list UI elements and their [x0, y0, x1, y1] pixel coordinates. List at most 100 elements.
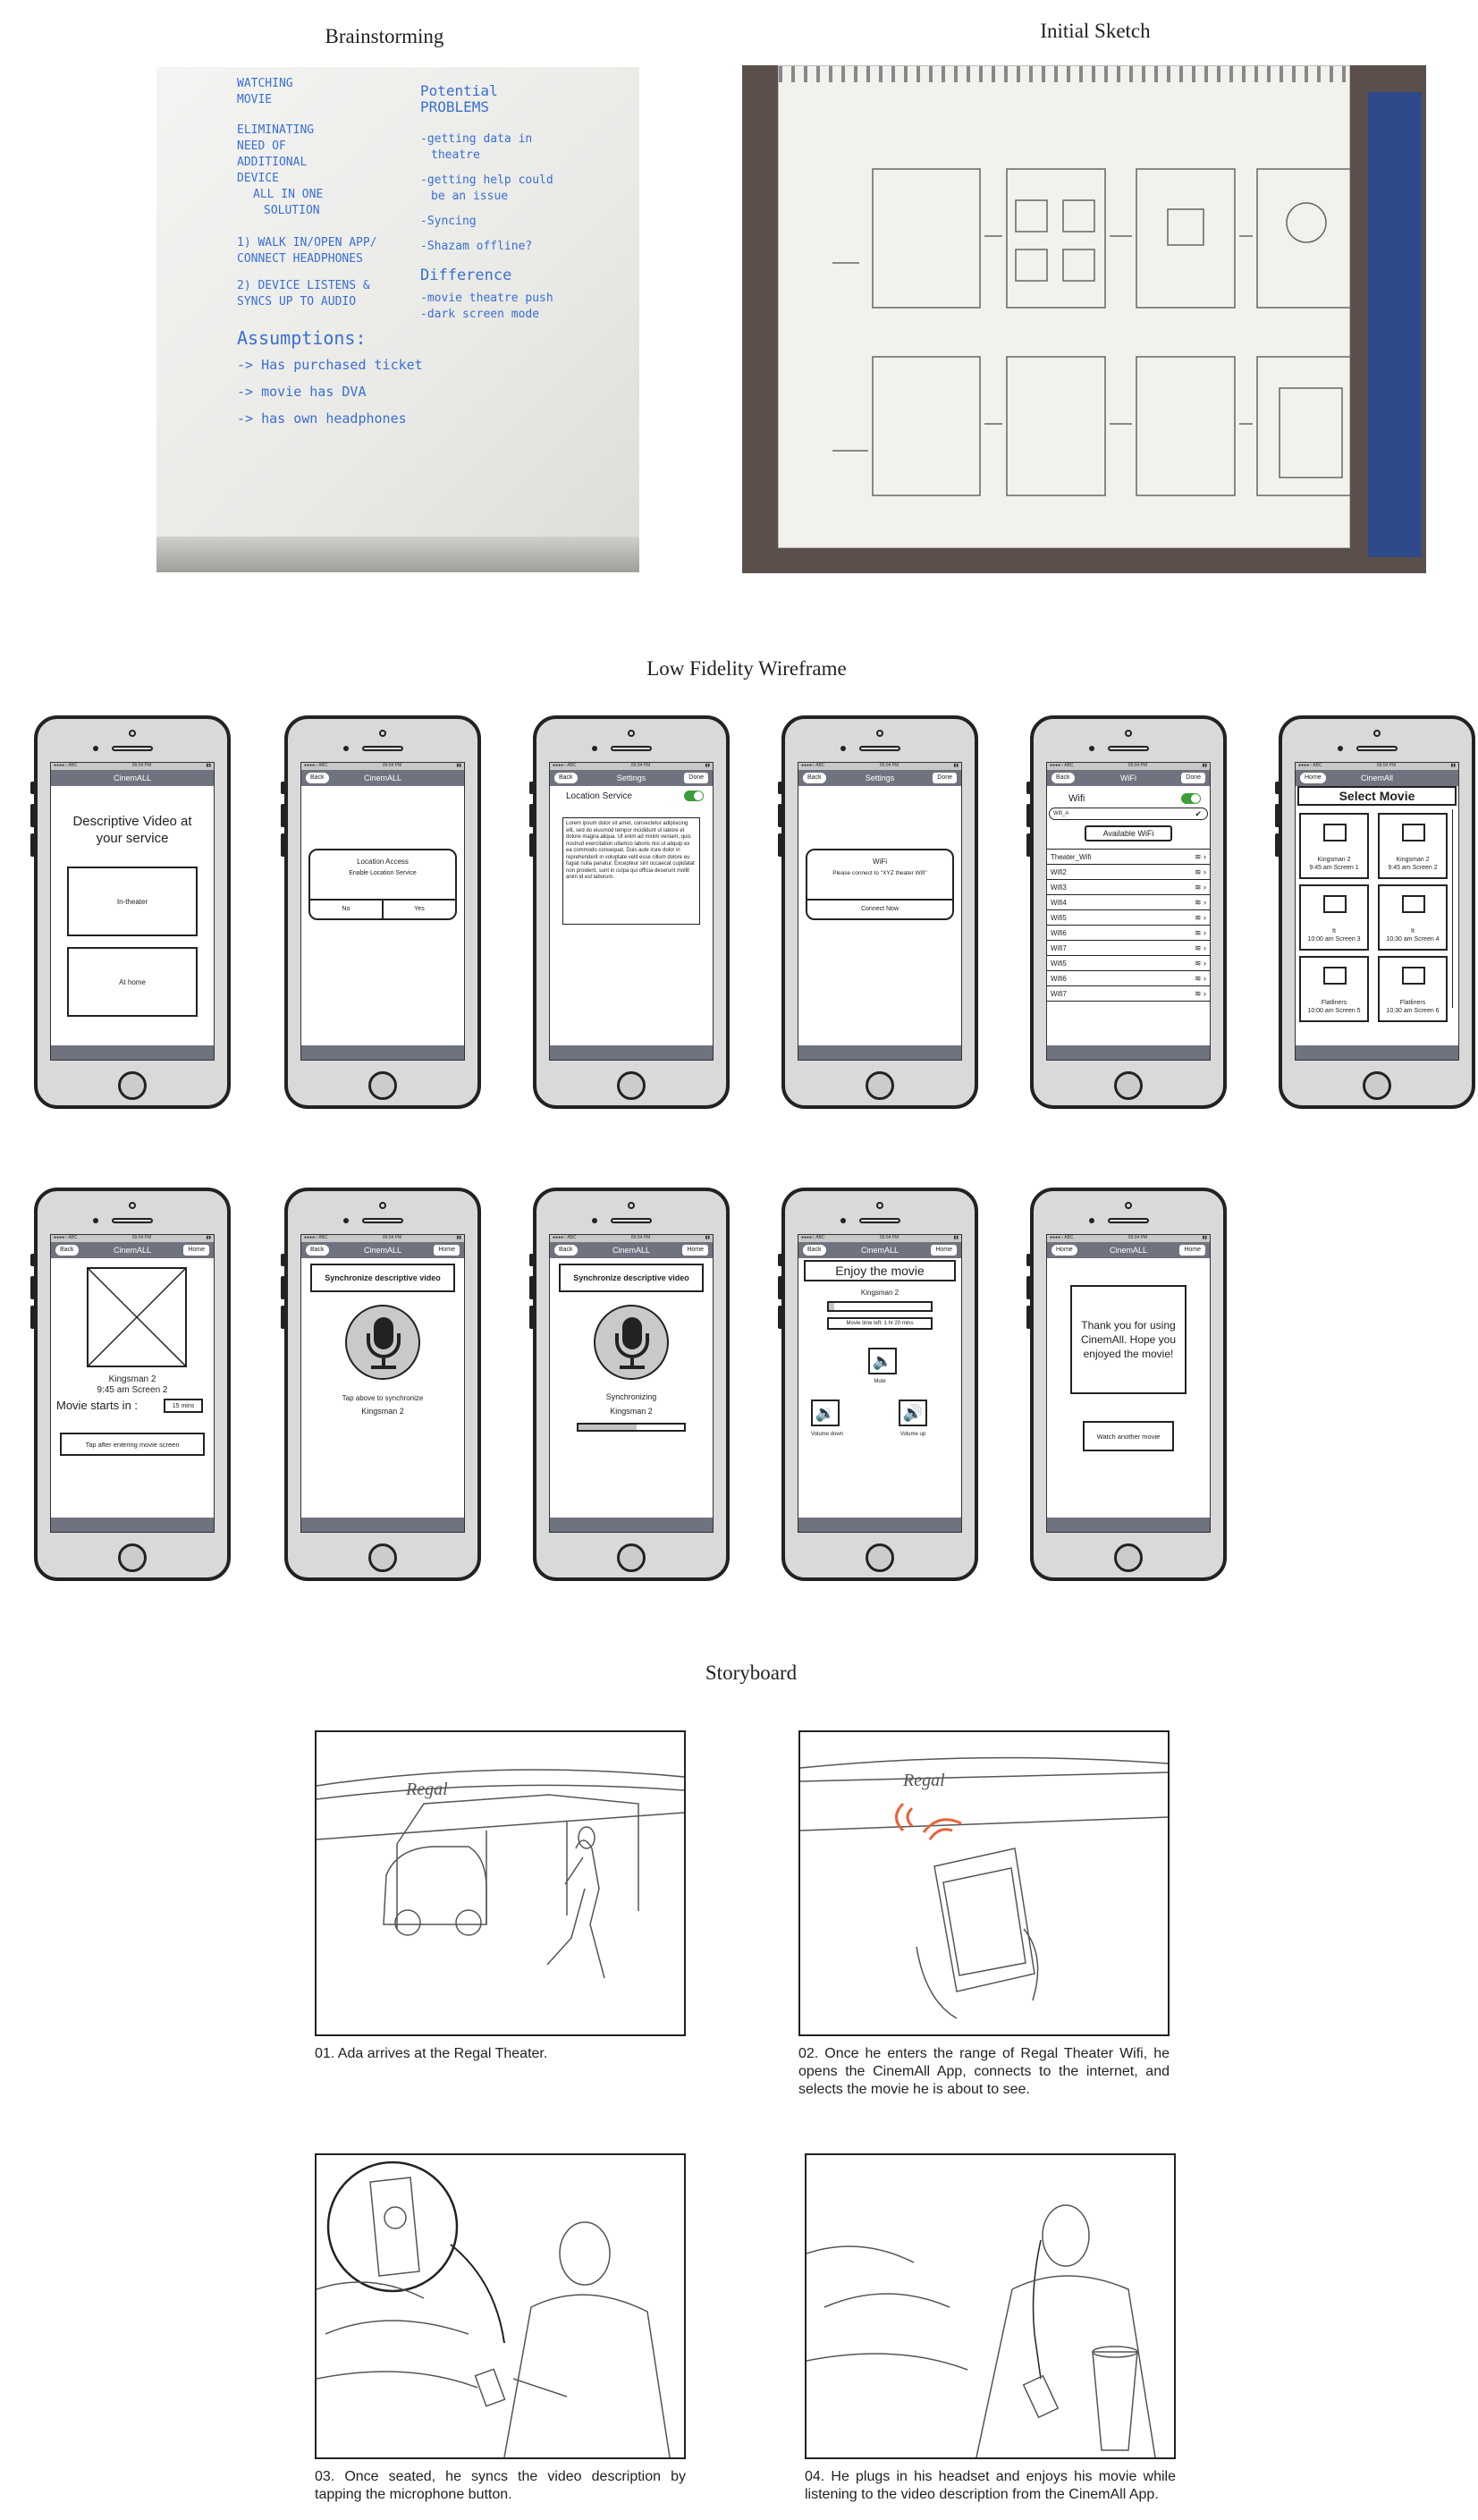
side-button — [30, 1306, 35, 1329]
home-nav-button[interactable]: Home — [1051, 1245, 1077, 1256]
wifi-toggle[interactable] — [1181, 793, 1201, 804]
movie-tile[interactable]: Kingsman 2 9:45 am Screen 2 — [1378, 813, 1448, 879]
connect-now-button[interactable]: Connect Now — [807, 899, 952, 918]
nav-bar: Back Settings Done — [550, 770, 713, 786]
home-button[interactable] — [866, 1543, 894, 1572]
home-button[interactable] — [1363, 1071, 1391, 1100]
mute-button[interactable]: 🔈 — [868, 1348, 897, 1374]
entered-screen-button[interactable]: Tap after entering movie screen — [60, 1433, 205, 1456]
movie-tile[interactable]: It 10:30 am Screen 4 — [1378, 884, 1448, 951]
content: Location Service Lorem ipsum dolor sit a… — [550, 786, 713, 1045]
movie-tile[interactable]: Flatliners 10:00 am Screen 5 — [1299, 956, 1369, 1022]
wifi-network-row[interactable]: Wifi7 ≋ › — [1047, 941, 1210, 956]
home-button[interactable] — [118, 1071, 147, 1100]
back-button[interactable]: Back — [554, 1245, 578, 1256]
speaker — [611, 1218, 652, 1223]
home-nav-button[interactable]: Home — [682, 1245, 708, 1256]
done-button[interactable]: Done — [933, 773, 957, 783]
lorem-text: Lorem ipsum dolor sit amet, consectetur … — [562, 817, 700, 925]
camera — [1125, 730, 1132, 737]
carrier: ●●●●○ ABC — [553, 1235, 577, 1240]
done-button[interactable]: Done — [1181, 773, 1205, 783]
movie-progress-bar — [827, 1301, 933, 1312]
home-button[interactable] — [118, 1543, 147, 1572]
home-button[interactable] — [368, 1071, 397, 1100]
available-wifi-button[interactable]: Available WiFi — [1085, 825, 1172, 841]
wifi-network-row[interactable]: Wifi4 ≋ › — [1047, 895, 1210, 910]
microphone-button[interactable] — [345, 1305, 420, 1380]
home-nav-button[interactable]: Home — [434, 1245, 460, 1256]
battery-icon: ▮▮ — [206, 1235, 211, 1240]
clock: 09:04 PM — [382, 1235, 402, 1240]
sync-progress-bar — [577, 1423, 686, 1432]
wifi-network-row[interactable]: Wifi2 ≋ › — [1047, 865, 1210, 880]
home-nav-button[interactable]: Home — [931, 1245, 957, 1256]
time-left: Movie time left: 1 hr 20 mins — [827, 1317, 933, 1330]
home-nav-button[interactable]: Home — [1300, 773, 1326, 783]
wifi-network-row[interactable]: Wifi6 ≋ › — [1047, 971, 1210, 986]
no-button[interactable]: No — [310, 901, 384, 918]
back-button[interactable]: Back — [306, 1245, 329, 1256]
home-nav-button[interactable]: Home — [183, 1245, 209, 1256]
back-button[interactable]: Back — [55, 1245, 79, 1256]
status-bar: ●●●●○ ABC 09:04 PM ▮▮ — [1047, 1235, 1210, 1242]
starts-label: Movie starts in : — [56, 1399, 139, 1412]
done-button[interactable]: Done — [684, 773, 708, 783]
wifi-network-row[interactable]: Wifi6 ≋ › — [1047, 926, 1210, 941]
wifi-signal-icon: ≋ › — [1194, 883, 1206, 892]
microphone-button[interactable] — [594, 1305, 669, 1380]
status-bar: ●●●●○ ABC 09:04 PM ▮▮ — [798, 763, 961, 770]
theater-facade — [800, 1756, 1168, 1831]
back-button[interactable]: Back — [1051, 773, 1075, 783]
wifi-network-row[interactable]: Wifi7 ≋ › — [1047, 986, 1210, 1002]
side-button — [1026, 804, 1031, 827]
in-theater-button[interactable]: In-theater — [67, 867, 198, 936]
movie-tile-label: Kingsman 2 9:45 am Screen 2 — [1380, 856, 1446, 872]
nav-bar: Home CinemAll — [1296, 770, 1458, 786]
scrollbar[interactable] — [1452, 809, 1457, 1008]
wifi-network-row[interactable]: Theater_Wifi ≋ › — [1047, 850, 1210, 865]
content: Thank you for using CinemAll. Hope you e… — [1047, 1258, 1210, 1518]
sensor — [840, 1218, 846, 1223]
at-home-button[interactable]: At home — [67, 947, 198, 1017]
side-button — [778, 1254, 782, 1266]
enjoy-heading: Enjoy the movie — [804, 1260, 956, 1281]
back-button[interactable]: Back — [803, 773, 826, 783]
wifi-network-row[interactable]: Wifi5 ≋ › — [1047, 956, 1210, 971]
home-button[interactable] — [1114, 1543, 1143, 1572]
camera — [1373, 730, 1381, 737]
volume-up-button[interactable]: 🔊 — [899, 1400, 927, 1426]
home-button[interactable] — [617, 1543, 646, 1572]
image-icon — [1402, 967, 1425, 985]
wifi-network-row[interactable]: Wifi3 ≋ › — [1047, 880, 1210, 895]
movie-tile[interactable]: Kingsman 2 9:45 am Screen 1 — [1299, 813, 1369, 879]
home-button[interactable] — [1114, 1071, 1143, 1100]
yes-button[interactable]: Yes — [384, 901, 455, 918]
current-network[interactable]: Wifi_A ✔ — [1049, 808, 1208, 820]
nav-bar: Back Settings Done — [798, 770, 961, 786]
back-button[interactable]: Back — [554, 773, 578, 783]
movie-name: Kingsman 2 — [610, 1407, 653, 1416]
home-button[interactable] — [617, 1071, 646, 1100]
sketch-screen — [1136, 356, 1236, 496]
nav-bar: Back CinemALL Home — [301, 1242, 464, 1258]
side-button — [778, 782, 782, 794]
home-button[interactable] — [368, 1543, 397, 1572]
location-toggle[interactable] — [684, 791, 704, 801]
movie-progress-fill — [829, 1303, 834, 1310]
caption-3: 03. Once seated, he syncs the video desc… — [315, 2469, 686, 2502]
wireframe-phone-3: ●●●●○ ABC 09:04 PM ▮▮ Back Settings Done Loc… — [529, 715, 730, 1109]
home-button[interactable] — [866, 1071, 894, 1100]
wifi-network-name: Wifi5 — [1051, 914, 1067, 922]
side-button — [30, 1276, 35, 1299]
sensor — [343, 746, 349, 751]
home-nav-button-right[interactable]: Home — [1179, 1245, 1205, 1256]
movie-tile[interactable]: It 10:00 am Screen 3 — [1299, 884, 1369, 951]
person-head — [1042, 2204, 1090, 2267]
movie-tile[interactable]: Flatliners 10:30 am Screen 6 — [1378, 956, 1448, 1022]
back-button[interactable]: Back — [306, 773, 329, 783]
back-button[interactable]: Back — [803, 1245, 826, 1256]
watch-another-button[interactable]: Watch another movie — [1083, 1421, 1174, 1451]
wifi-network-row[interactable]: Wifi5 ≋ › — [1047, 910, 1210, 926]
volume-down-button[interactable]: 🔉 — [811, 1400, 840, 1426]
